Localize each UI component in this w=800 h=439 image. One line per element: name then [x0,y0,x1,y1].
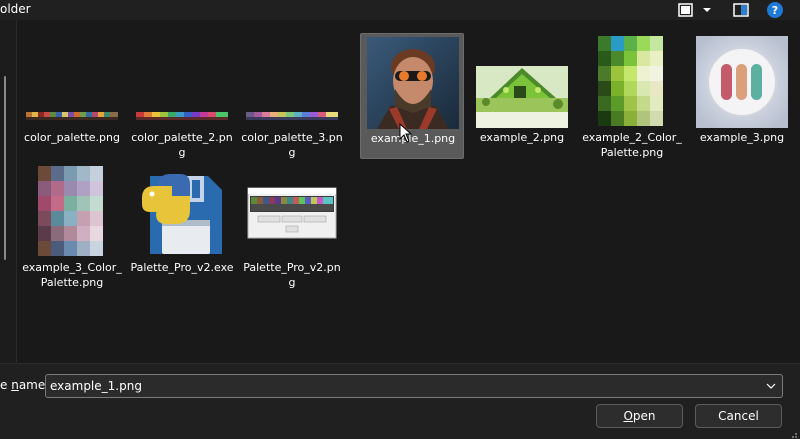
file-name: Palette_Pro_v2.exe [130,261,234,274]
file-item[interactable]: example_3_Color_Palette.png [20,163,124,289]
file-name: Palette_Pro_v2.png [243,261,341,289]
filename-input[interactable] [50,378,740,394]
filename-combobox[interactable] [45,374,783,398]
image-thumbnail [26,36,118,128]
filename-label: e name: [0,378,49,392]
chevron-down-icon[interactable] [700,1,714,19]
resize-grip-icon[interactable] [788,427,798,438]
image-thumbnail [136,36,228,128]
help-glyph: ? [772,4,778,17]
cancel-button[interactable]: Cancel [695,404,782,428]
filename-label-accelerator: n [11,378,19,392]
file-name: example_3_Color_Palette.png [22,261,122,289]
file-item[interactable]: Palette_Pro_v2.png [240,163,344,289]
dialog-footer: e name: Open Cancel [0,363,800,439]
help-icon[interactable]: ? [766,1,784,19]
image-thumbnail [696,36,788,128]
file-name: example_2.png [479,131,565,144]
file-name: color_palette.png [24,131,120,144]
chevron-down-icon[interactable] [764,378,778,394]
file-item[interactable]: color_palette.png [20,33,124,159]
file-open-dialog: older ? color_palette.png color_palette_… [0,0,800,439]
image-thumbnail [476,36,568,128]
window-title: older [0,2,31,16]
view-icon[interactable] [677,1,695,19]
exe-icon [136,166,228,258]
open-label-suffix: pen [632,409,656,423]
filename-label-prefix: e [0,378,12,392]
navigation-pane [0,20,17,363]
file-name: example_2_Color_Palette.png [582,131,682,159]
file-name: example_1.png [370,132,456,145]
file-name: color_palette_2.png [131,131,233,159]
file-item[interactable]: example_2_Color_Palette.png [580,33,684,159]
image-thumbnail [246,166,338,258]
file-item[interactable]: color_palette_2.png [130,33,234,159]
file-name: example_3.png [699,131,785,144]
file-item-selected[interactable]: example_1.png [360,33,464,159]
title-bar: older ? [0,0,800,20]
open-label-accelerator: O [623,409,633,423]
file-item[interactable]: Palette_Pro_v2.exe [130,163,234,289]
image-thumbnail [586,36,678,128]
mouse-cursor-icon [399,123,413,143]
file-item[interactable]: color_palette_3.png [240,33,344,159]
image-thumbnail [246,36,338,128]
image-thumbnail [26,166,118,258]
file-item[interactable]: example_2.png [470,33,574,159]
file-list: color_palette.png color_palette_2.png co… [17,20,800,363]
file-name: color_palette_3.png [241,131,343,159]
image-thumbnail [367,37,459,129]
open-button[interactable]: Open [596,404,683,428]
file-item[interactable]: example_3.png [690,33,794,159]
nav-scrollbar[interactable] [4,76,6,260]
preview-pane-icon[interactable] [732,1,750,19]
